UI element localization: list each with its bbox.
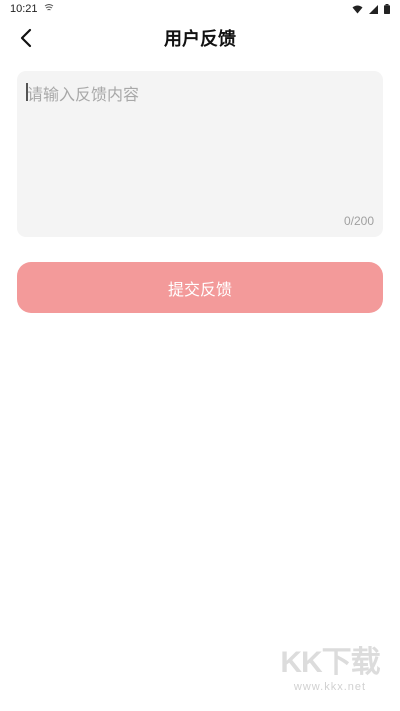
- wifi-icon: [352, 5, 363, 14]
- feedback-screen: 10:21 用户反馈 请输入反馈内容 0/200 提交反馈 KK下载 www.k…: [0, 0, 400, 711]
- notification-icon: [44, 3, 54, 15]
- status-right: [352, 4, 390, 14]
- back-arrow-icon: [19, 28, 33, 52]
- watermark-url: www.kkx.net: [293, 681, 367, 693]
- battery-icon: [384, 4, 390, 14]
- char-count: 0/200: [343, 214, 374, 228]
- status-time: 10:21: [10, 3, 38, 15]
- nav-bar: 用户反馈: [0, 18, 400, 62]
- status-left: 10:21: [10, 3, 54, 15]
- back-button[interactable]: [12, 26, 40, 54]
- feedback-box: 0/200: [17, 71, 383, 237]
- page-title: 用户反馈: [164, 29, 236, 50]
- watermark: KK下载 www.kkx.net: [270, 647, 390, 707]
- submit-feedback-button[interactable]: 提交反馈: [17, 262, 383, 313]
- feedback-input[interactable]: [25, 79, 375, 205]
- watermark-logo: KK下载: [280, 646, 380, 679]
- status-bar: 10:21: [0, 0, 400, 18]
- text-caret: [26, 83, 28, 101]
- signal-icon: [369, 4, 378, 14]
